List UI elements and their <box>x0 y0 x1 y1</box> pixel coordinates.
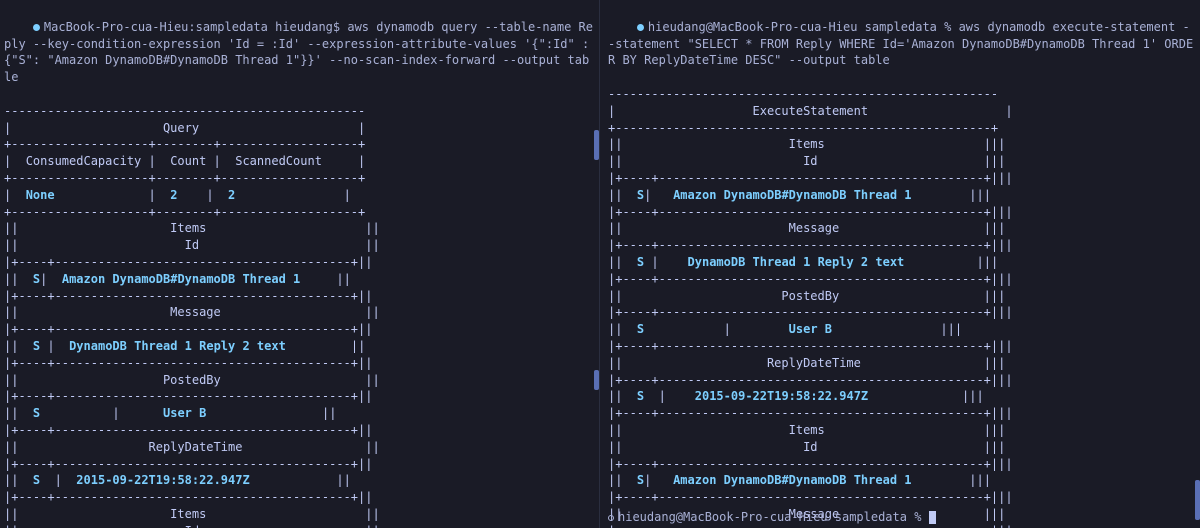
cursor-icon <box>929 511 936 524</box>
scrollbar-left[interactable] <box>593 0 599 528</box>
prompt-line-right: hieudang@MacBook-Pro-cua-Hieu sampledata… <box>608 2 1196 86</box>
scrollbar-thumb-left-2[interactable] <box>594 370 599 390</box>
active-dot-icon <box>33 24 40 31</box>
prompt-host-left: MacBook-Pro-cua-Hieu:sampledata hieudang… <box>44 20 340 34</box>
ascii-table-right: ----------------------------------------… <box>608 86 1196 528</box>
scrollbar-thumb-left[interactable] <box>594 130 599 160</box>
inactive-dot-icon <box>608 515 614 521</box>
prompt-line-left: MacBook-Pro-cua-Hieu:sampledata hieudang… <box>4 2 595 103</box>
scrollbar-thumb-right[interactable] <box>1195 480 1200 520</box>
scrollbar-right[interactable] <box>1194 0 1200 528</box>
terminal-pane-left[interactable]: MacBook-Pro-cua-Hieu:sampledata hieudang… <box>0 0 600 528</box>
status-line-right: hieudang@MacBook-Pro-cua-Hieu sampledata… <box>608 509 936 526</box>
status-prompt: hieudang@MacBook-Pro-cua-Hieu sampledata… <box>618 510 921 524</box>
terminal-pane-right[interactable]: hieudang@MacBook-Pro-cua-Hieu sampledata… <box>600 0 1200 528</box>
active-dot-icon <box>637 24 644 31</box>
ascii-table-left: ----------------------------------------… <box>4 103 595 528</box>
prompt-host-right: hieudang@MacBook-Pro-cua-Hieu sampledata… <box>648 20 951 34</box>
